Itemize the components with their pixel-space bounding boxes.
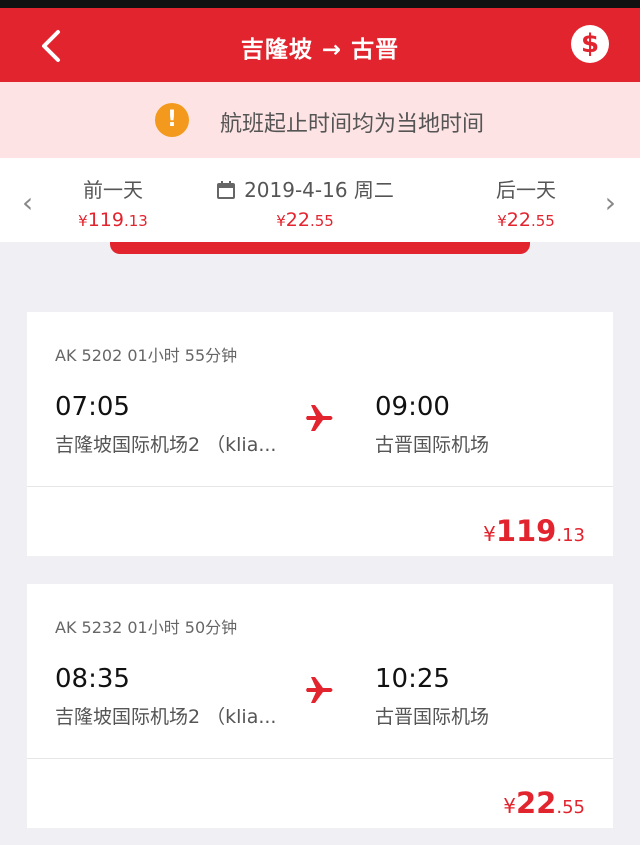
prev-day-price-int: 119 bbox=[87, 209, 124, 231]
arrival-airport: 古晋国际机场 bbox=[375, 706, 490, 728]
card-divider bbox=[27, 758, 613, 759]
price-dec: .13 bbox=[556, 525, 585, 546]
date-selector: ‹ 前一天 ¥119.13 2019-4-16 周二 ¥22.55 后一天 ¥2… bbox=[0, 158, 640, 242]
next-day-price: ¥22.55 bbox=[490, 209, 562, 231]
card-divider bbox=[27, 486, 613, 487]
current-date[interactable]: 2019-4-16 周二 ¥22.55 bbox=[210, 174, 400, 231]
next-day-button[interactable]: 后一天 ¥22.55 bbox=[490, 174, 562, 231]
warning-icon: ! bbox=[155, 103, 189, 137]
prev-day-label: 前一天 bbox=[83, 178, 143, 202]
chevron-right-icon[interactable]: › bbox=[605, 186, 616, 219]
flight-price: ¥119.13 bbox=[483, 514, 585, 548]
departure-airport: 吉隆坡国际机场2 （klia... bbox=[55, 706, 277, 728]
header-bar: 吉隆坡 → 古晋 $ bbox=[0, 8, 640, 82]
departure-time: 07:05 bbox=[55, 392, 130, 422]
airplane-icon bbox=[306, 677, 333, 703]
current-date-price-int: 22 bbox=[285, 209, 310, 231]
current-date-currency: ¥ bbox=[276, 212, 286, 230]
flight-meta: AK 5202 01小时 55分钟 bbox=[55, 346, 238, 365]
chevron-left-icon[interactable]: ‹ bbox=[22, 186, 33, 219]
current-date-price-dec: .55 bbox=[309, 212, 334, 230]
currency-icon[interactable]: $ bbox=[571, 25, 609, 63]
price-currency: ¥ bbox=[503, 794, 516, 818]
airplane-icon bbox=[306, 405, 333, 431]
price-currency: ¥ bbox=[483, 522, 496, 546]
next-day-currency: ¥ bbox=[497, 212, 507, 230]
prev-day-price: ¥119.13 bbox=[78, 209, 148, 231]
price-int: 119 bbox=[495, 514, 557, 548]
route-title: 吉隆坡 → 古晋 bbox=[240, 37, 400, 63]
status-strip bbox=[0, 0, 640, 8]
calendar-icon bbox=[217, 181, 236, 199]
prev-day-currency: ¥ bbox=[78, 212, 88, 230]
flight-meta: AK 5232 01小时 50分钟 bbox=[55, 618, 238, 637]
price-dec: .55 bbox=[556, 797, 585, 818]
price-int: 22 bbox=[516, 786, 557, 820]
prev-day-button[interactable]: 前一天 ¥119.13 bbox=[78, 174, 148, 231]
flight-card[interactable]: AK 5232 01小时 50分钟 08:35 吉隆坡国际机场2 （klia..… bbox=[27, 584, 613, 828]
timezone-notice: ! 航班起止时间均为当地时间 bbox=[0, 82, 640, 158]
flight-card[interactable]: AK 5202 01小时 55分钟 07:05 吉隆坡国际机场2 （klia..… bbox=[27, 312, 613, 556]
arrival-airport: 古晋国际机场 bbox=[375, 434, 490, 456]
notice-text: 航班起止时间均为当地时间 bbox=[220, 112, 485, 137]
current-date-price: ¥22.55 bbox=[210, 209, 400, 231]
next-day-label: 后一天 bbox=[496, 178, 556, 202]
departure-time: 08:35 bbox=[55, 664, 130, 694]
next-day-price-dec: .55 bbox=[530, 212, 555, 230]
flight-price: ¥22.55 bbox=[503, 786, 585, 820]
arrival-time: 09:00 bbox=[375, 392, 450, 422]
arrival-time: 10:25 bbox=[375, 664, 450, 694]
next-day-price-int: 22 bbox=[506, 209, 531, 231]
current-date-label: 2019-4-16 周二 bbox=[244, 178, 394, 202]
departure-airport: 吉隆坡国际机场2 （klia... bbox=[55, 434, 277, 456]
prev-day-price-dec: .13 bbox=[123, 212, 148, 230]
